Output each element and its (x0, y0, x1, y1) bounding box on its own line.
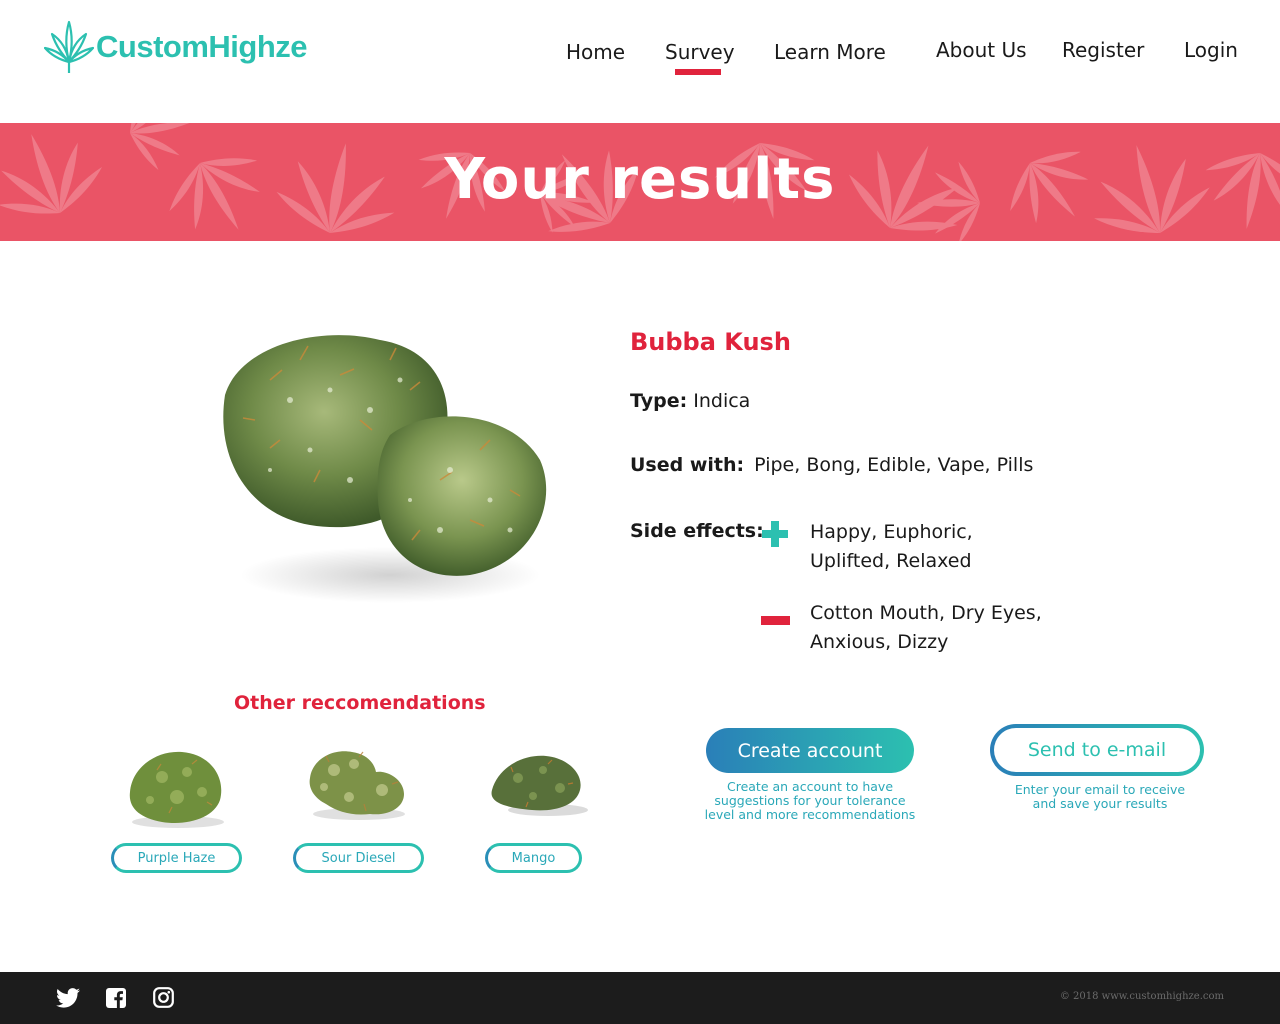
create-account-button[interactable]: Create account (706, 728, 914, 773)
positive-effects: Happy, Euphoric, Uplifted, Relaxed (810, 518, 1070, 576)
negative-effects: Cotton Mouth, Dry Eyes, Anxious, Dizzy (810, 599, 1070, 657)
instagram-icon[interactable] (153, 987, 174, 1008)
main-nav: Home Survey Learn More About Us Register… (0, 38, 1280, 80)
sour-diesel-button[interactable]: Sour Diesel (293, 843, 424, 873)
nav-about-us[interactable]: About Us (936, 38, 1027, 62)
negative-effects-line-2: Anxious, Dizzy (810, 631, 949, 653)
strain-name: Bubba Kush (630, 328, 791, 356)
nav-login[interactable]: Login (1184, 38, 1238, 62)
plus-icon (762, 521, 788, 547)
twitter-icon[interactable] (56, 987, 80, 1009)
mango-button[interactable]: Mango (485, 843, 582, 873)
site-header: CustomHighze Home Survey Learn More Abou… (0, 0, 1280, 123)
purple-haze-button[interactable]: Purple Haze (111, 843, 242, 873)
used-with-row: Used with: Pipe, Bong, Edible, Vape, Pil… (630, 454, 1033, 476)
page-title: Your results (444, 147, 836, 212)
side-effects-row: Side effects: (630, 520, 764, 542)
negative-effects-line-1: Cotton Mouth, Dry Eyes, (810, 602, 1042, 624)
other-recommendations-title: Other reccomendations (234, 692, 486, 714)
type-label: Type: (630, 390, 688, 412)
send-to-email-button[interactable]: Send to e-mail (990, 724, 1204, 776)
send-to-email-label: Send to e-mail (994, 728, 1200, 772)
type-row: Type: Indica (630, 390, 750, 412)
nav-home[interactable]: Home (566, 40, 625, 64)
nav-learn-more[interactable]: Learn More (774, 40, 886, 64)
facebook-icon[interactable] (106, 988, 126, 1008)
create-account-note-line-1: Create an account to have (726, 779, 894, 794)
side-effects-label: Side effects: (630, 520, 764, 542)
site-footer: © 2018 www.customhighze.com (0, 972, 1280, 1024)
minus-icon (761, 616, 790, 625)
copyright-text: © 2018 www.customhighze.com (1059, 991, 1224, 1002)
send-email-note: Enter your email to receive and save you… (980, 783, 1220, 811)
type-value: Indica (693, 390, 751, 412)
create-account-note: Create an account to have suggestions fo… (690, 780, 930, 822)
nav-survey[interactable]: Survey (665, 40, 735, 75)
bubba-kush-bud-image (223, 335, 547, 603)
sour-diesel-bud-image[interactable] (304, 742, 410, 822)
create-account-note-line-2: suggestions for your tolerance (714, 793, 906, 808)
purple-haze-bud-image[interactable] (122, 742, 232, 830)
hero-banner: Your results (0, 123, 1280, 241)
positive-effects-line-2: Uplifted, Relaxed (810, 550, 972, 572)
create-account-note-line-3: level and more recommendations (704, 807, 916, 822)
positive-effects-line-1: Happy, Euphoric, (810, 521, 973, 543)
send-email-note-line-1: Enter your email to receive (1014, 782, 1186, 797)
used-with-label: Used with: (630, 454, 745, 476)
mango-bud-image[interactable] (488, 748, 589, 818)
used-with-value: Pipe, Bong, Edible, Vape, Pills (754, 454, 1034, 476)
send-email-note-line-2: and save your results (1032, 796, 1168, 811)
nav-register[interactable]: Register (1062, 38, 1144, 62)
